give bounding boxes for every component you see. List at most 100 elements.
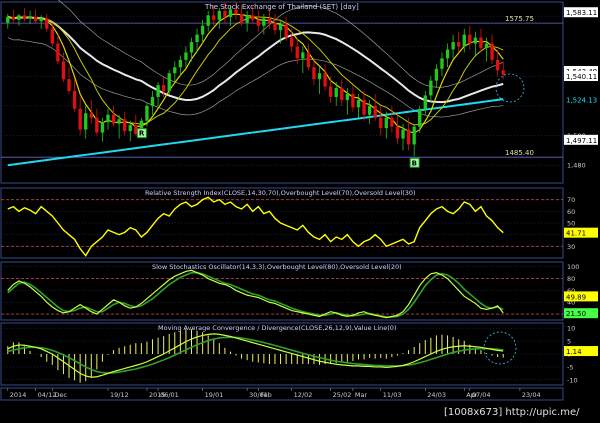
- candle-body: [251, 15, 255, 20]
- rsi-tick-label: 70: [567, 196, 575, 204]
- candle-body: [367, 105, 372, 115]
- price-last-label: 1,497.11: [566, 137, 597, 145]
- x-tick-label: 19/12: [110, 391, 129, 399]
- candle-body: [111, 114, 116, 124]
- macd-title: Moving Average Convergence / Divergence(…: [158, 324, 396, 332]
- x-tick-label: Mar: [355, 391, 368, 399]
- candle-body: [345, 93, 350, 100]
- macd-tick-label: 10: [567, 325, 575, 333]
- candle-body: [145, 105, 149, 121]
- candle-body: [11, 16, 16, 20]
- candle-body: [440, 58, 444, 69]
- candle-body: [262, 18, 266, 26]
- candle-body: [290, 37, 294, 47]
- candle-body: [206, 15, 210, 26]
- candle-body: [334, 88, 338, 97]
- x-tick-label: 25/02: [333, 391, 352, 399]
- candle-body: [401, 129, 405, 139]
- candle-body: [106, 114, 110, 123]
- candle-body: [161, 85, 166, 92]
- candle-body: [284, 24, 288, 38]
- candle-body: [28, 16, 32, 19]
- candle-body: [473, 37, 478, 44]
- stoch-last-value: 49.89: [566, 293, 586, 301]
- x-tick-label: 19/01: [205, 391, 224, 399]
- candle-body: [340, 88, 344, 100]
- candle-body: [295, 46, 299, 59]
- candle-body: [212, 15, 216, 20]
- candle-body: [490, 43, 494, 60]
- stock-chart: 1,4801,5001575.751485.40RBThe Stock Exch…: [0, 0, 600, 419]
- candle-body: [72, 91, 77, 109]
- candle-body: [184, 52, 188, 60]
- candle-body: [128, 125, 132, 132]
- candle-body: [273, 22, 277, 31]
- x-tick-label: Dec: [54, 391, 67, 399]
- candle-body: [56, 43, 60, 62]
- candle-body: [150, 96, 155, 106]
- candle-body: [412, 126, 416, 145]
- price-last-label: 1,540.11: [566, 73, 597, 81]
- candle-body: [167, 73, 171, 92]
- candle-body: [501, 70, 505, 75]
- candle-body: [373, 105, 377, 118]
- rsi-tick-label: 60: [567, 208, 575, 216]
- candle-body: [312, 67, 316, 80]
- candle-body: [317, 73, 322, 80]
- candle-body: [495, 59, 500, 71]
- candle-body: [384, 117, 388, 129]
- candle-body: [418, 108, 422, 127]
- candle-body: [484, 43, 489, 48]
- watermark-text: [1008x673] http://upic.me/: [444, 407, 580, 418]
- candle-body: [328, 86, 333, 97]
- x-tick-label: 23/04: [522, 391, 541, 399]
- candle-body: [50, 28, 54, 44]
- candle-body: [445, 49, 450, 59]
- candle-body: [223, 10, 227, 17]
- candle-body: [123, 119, 127, 132]
- candle-body: [95, 117, 99, 133]
- rsi-tick-label: 30: [567, 243, 575, 251]
- rsi-title: Relative Strength Index(CLOSE,14,30,70),…: [145, 189, 416, 197]
- price-last-label: 1,583.11: [566, 9, 597, 17]
- candle-body: [256, 19, 260, 26]
- candle-body: [217, 10, 221, 20]
- candle-body: [17, 15, 21, 20]
- candle-body: [479, 37, 483, 48]
- candle-body: [84, 113, 88, 130]
- stoch-tick-label: 100: [567, 263, 579, 271]
- x-tick-label: 06/01: [160, 391, 179, 399]
- candle-body: [356, 99, 361, 108]
- candle-body: [100, 122, 105, 133]
- stoch-tick-label: 80: [567, 275, 575, 283]
- candle-body: [117, 119, 121, 124]
- candle-body: [245, 15, 249, 23]
- candle-body: [301, 52, 305, 59]
- candle-body: [379, 117, 383, 129]
- candle-body: [178, 59, 183, 68]
- candle-body: [6, 16, 10, 23]
- macd-tick-label: 5: [567, 338, 571, 346]
- rsi-tick-label: 50: [567, 220, 575, 228]
- signal-marker: R: [139, 130, 145, 138]
- candle-body: [33, 16, 38, 22]
- candle-body: [390, 117, 394, 127]
- candle-body: [39, 18, 43, 22]
- candle-body: [351, 93, 355, 108]
- price-last-label: 1,524.13: [566, 97, 597, 105]
- candle-body: [362, 99, 366, 115]
- macd-last-value: 1.14: [566, 348, 582, 356]
- candle-body: [78, 108, 82, 130]
- candle-body: [395, 126, 400, 139]
- stoch-title: Slow Stochastics Oscillator(14,3,3),Over…: [152, 263, 402, 271]
- chart-svg: 1,4801,5001575.751485.40RBThe Stock Exch…: [0, 0, 600, 419]
- candle-body: [195, 34, 199, 43]
- candle-body: [200, 25, 205, 35]
- price-title: The Stock Exchange of Thailand (SET) [da…: [204, 3, 359, 11]
- candle-body: [267, 18, 272, 23]
- candle-body: [462, 34, 466, 47]
- candle-body: [239, 13, 244, 23]
- candle-body: [429, 80, 433, 96]
- price-level-label: 1485.40: [505, 149, 534, 157]
- macd-tick-label: -10: [567, 376, 578, 384]
